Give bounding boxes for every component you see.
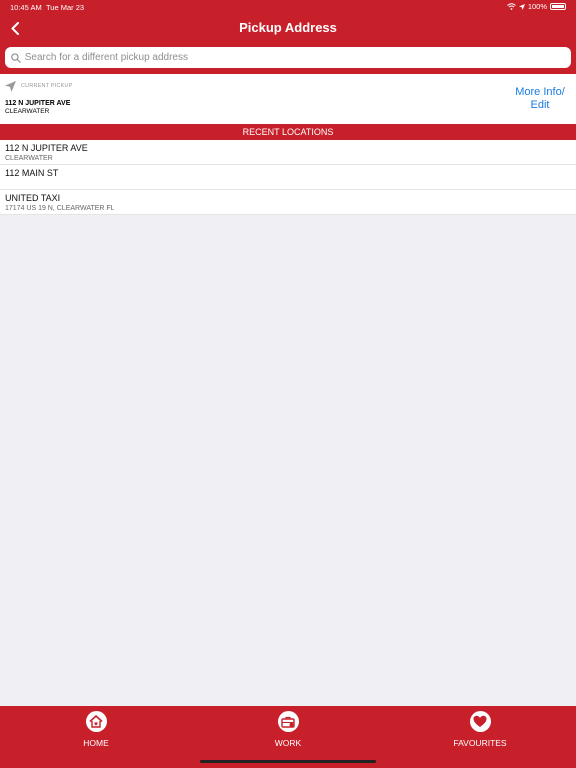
list-item[interactable]: 112 N JUPITER AVE CLEARWATER [0,140,576,165]
page-title: Pickup Address [239,20,337,35]
status-date: Tue Mar 23 [46,3,85,12]
location-detail: 17174 US 19 N, CLEARWATER FL [5,205,115,212]
location-arrow-icon [518,3,525,10]
status-right: 100% [506,2,566,11]
more-info-label: More Info/ [515,86,565,98]
battery-percent: 100% [527,2,547,11]
location-name: UNITED TAXI [5,193,61,203]
search-input[interactable] [24,52,571,63]
list-item[interactable]: UNITED TAXI 17174 US 19 N, CLEARWATER FL [0,190,576,215]
list-item[interactable]: 112 MAIN ST [0,165,576,190]
tab-work[interactable]: WORK [192,706,384,768]
search-icon [11,52,21,63]
more-info-edit-button[interactable]: More Info/ Edit [510,86,570,112]
status-time: 10:45 AM [10,3,42,12]
briefcase-icon [277,711,299,732]
recent-locations-list: 112 N JUPITER AVE CLEARWATER 112 MAIN ST… [0,140,576,215]
location-name: 112 MAIN ST [5,168,59,178]
wifi-icon [506,3,516,10]
current-pickup-city: CLEARWATER [5,108,50,115]
battery-icon [550,3,566,10]
tab-home-label: HOME [83,738,109,748]
tab-favourites[interactable]: FAVOURITES [384,706,576,768]
current-pickup-panel: CURRENT PICKUP 112 N JUPITER AVE CLEARWA… [0,74,576,124]
navigation-bar: Pickup Address [0,14,576,42]
tab-work-label: WORK [274,738,302,748]
edit-label: Edit [530,99,550,111]
home-icon [85,711,107,732]
tab-home[interactable]: HOME [0,706,192,768]
search-bar [0,42,576,74]
location-name: 112 N JUPITER AVE [5,143,88,153]
current-pickup-label: CURRENT PICKUP [21,83,73,89]
recent-locations-header: RECENT LOCATIONS [0,124,576,140]
tab-bar: HOME WORK FAVOURITES [0,706,576,768]
home-indicator [200,760,376,763]
status-bar: 10:45 AM Tue Mar 23 100% [0,0,576,14]
location-arrow-icon [5,81,16,92]
tab-favourites-label: FAVOURITES [453,738,507,748]
search-box[interactable] [5,47,571,68]
heart-icon [469,711,491,732]
location-detail: CLEARWATER [5,155,53,162]
current-pickup-address: 112 N JUPITER AVE [5,100,71,107]
